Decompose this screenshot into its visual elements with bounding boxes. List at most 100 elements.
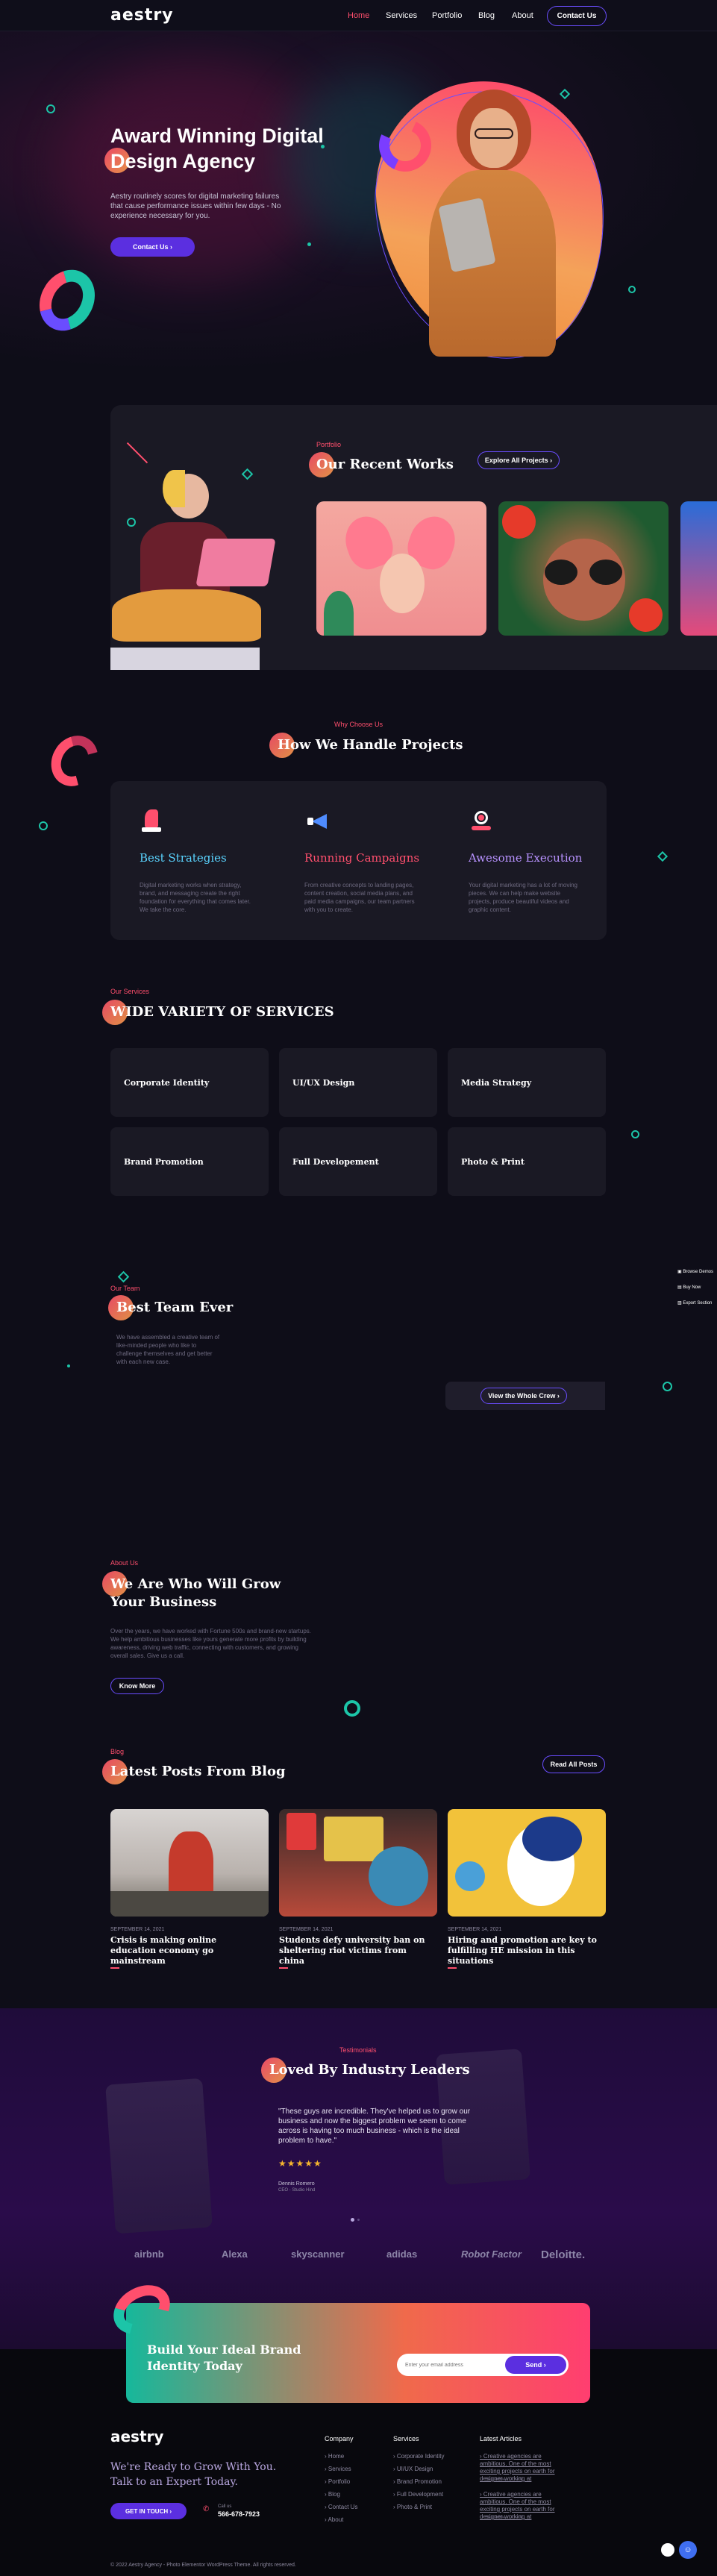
- view-crew-button[interactable]: View the Whole Crew ›: [480, 1388, 567, 1404]
- footer-logo[interactable]: aestry: [110, 2428, 163, 2445]
- process-item-text: Your digital marketing has a lot of movi…: [469, 882, 578, 913]
- blog-post-title[interactable]: Crisis is making online education econom…: [110, 1935, 260, 1967]
- read-all-posts-button[interactable]: Read All Posts: [542, 1755, 605, 1773]
- team-tag: Our Team: [110, 1285, 140, 1292]
- hero-title: Award Winning Digital Design Agency: [110, 125, 324, 172]
- ring-decoration: [127, 518, 136, 527]
- carousel-dot[interactable]: [357, 2219, 360, 2221]
- footer-link-label: Blog: [328, 2491, 340, 2498]
- ring-decoration: [46, 104, 55, 113]
- chess-knight-icon: [142, 809, 161, 832]
- process-item-text: Digital marketing works when strategy, b…: [140, 882, 251, 913]
- copyright-text: © 2022 Aestry Agency - Photo Elementor W…: [110, 2563, 296, 2568]
- brand-logo-deloitte: Deloitte.: [541, 2248, 586, 2261]
- footer-link-contact[interactable]: › Contact Us: [325, 2504, 357, 2510]
- hero-text: Aestry routinely scores for digital mark…: [110, 192, 281, 220]
- blog-title: Latest Posts From Blog: [110, 1764, 286, 1779]
- brand-logo-skyscanner: skyscanner: [291, 2248, 345, 2260]
- hair-shape: [522, 1817, 582, 1861]
- works-title: Our Recent Works: [316, 457, 454, 472]
- side-link-label: Export Section: [683, 1301, 713, 1306]
- side-link-export-section[interactable]: ▥ Export Section: [677, 1300, 712, 1306]
- service-brand-promotion[interactable]: Brand Promotion: [110, 1127, 269, 1196]
- header-contact-button[interactable]: Contact Us: [547, 6, 607, 26]
- side-panel: ▣ Browse Demos ▤ Buy Now ▥ Export Sectio…: [675, 1267, 717, 1310]
- footer-tagline: We're Ready to Grow With You. Talk to an…: [110, 2461, 277, 2488]
- footer-link-about[interactable]: › About: [325, 2516, 343, 2523]
- blog-read-more-arrow[interactable]: [110, 1967, 119, 1969]
- works-person-laptop: [195, 539, 276, 586]
- ring-decoration: [631, 1130, 639, 1138]
- footer-link-label: Full Development: [396, 2491, 444, 2498]
- process-item-title: Awesome Execution: [469, 851, 583, 865]
- nav-services[interactable]: Services: [386, 11, 417, 20]
- nav-blog[interactable]: Blog: [478, 11, 495, 20]
- footer-article-date: September 14, 2021: [485, 2516, 526, 2520]
- service-ui-ux-design[interactable]: UI/UX Design: [279, 1048, 437, 1117]
- footer-service-link[interactable]: › Brand Promotion: [393, 2478, 442, 2485]
- ground-shape: [110, 1891, 269, 1917]
- service-photo-print[interactable]: Photo & Print: [448, 1127, 606, 1196]
- service-corporate-identity[interactable]: Corporate Identity: [110, 1048, 269, 1117]
- site-header: aestry Home Services Portfolio Blog Abou…: [0, 0, 717, 31]
- sunglasses-icon: [589, 560, 622, 585]
- footer-link-blog[interactable]: › Blog: [325, 2491, 340, 2498]
- footer-link-services[interactable]: › Services: [325, 2466, 351, 2472]
- nav-portfolio[interactable]: Portfolio: [432, 11, 462, 20]
- footer-link-label: Portfolio: [328, 2478, 351, 2485]
- footer-link-label: UI/UX Design: [396, 2466, 433, 2472]
- explore-projects-label: Explore All Projects: [484, 457, 548, 464]
- footer-service-link[interactable]: › UI/UX Design: [393, 2466, 433, 2472]
- bubble-shape: [455, 1861, 485, 1891]
- work-item-sunglasses[interactable]: [498, 501, 669, 636]
- hero-contact-button[interactable]: Contact Us ›: [110, 237, 195, 257]
- footer-service-link[interactable]: › Full Development: [393, 2491, 443, 2498]
- about-title: We Are Who Will Grow Your Business: [110, 1576, 281, 1610]
- footer-articles-heading: Latest Articles: [480, 2435, 522, 2442]
- testimonials-section: [0, 2008, 717, 2349]
- site-logo[interactable]: aestry: [110, 6, 174, 25]
- blog-image-illustration[interactable]: [448, 1809, 606, 1917]
- explore-projects-button[interactable]: Explore All Projects ›: [478, 451, 560, 469]
- footer-link-portfolio[interactable]: › Portfolio: [325, 2478, 350, 2485]
- work-item-flamingo[interactable]: [316, 501, 486, 636]
- blog-image-dragon[interactable]: [110, 1809, 269, 1917]
- hero-contact-label: Contact Us: [132, 243, 169, 251]
- ring-decoration: [344, 1700, 360, 1717]
- side-link-browse-demos[interactable]: ▣ Browse Demos: [677, 1269, 713, 1274]
- blog-image-street[interactable]: [279, 1809, 437, 1917]
- brand-logo-alexa: Alexa: [222, 2248, 248, 2260]
- service-media-strategy[interactable]: Media Strategy: [448, 1048, 606, 1117]
- carousel-dot[interactable]: [351, 2218, 354, 2222]
- footer-link-label: Brand Promotion: [396, 2478, 442, 2485]
- know-more-button[interactable]: Know More: [110, 1678, 164, 1694]
- nav-about[interactable]: About: [512, 11, 533, 20]
- blog-post-date: SEPTEMBER 14, 2021: [448, 1927, 502, 1932]
- blog-post-title[interactable]: Students defy university ban on shelteri…: [279, 1935, 428, 1967]
- footer-service-link[interactable]: › Photo & Print: [393, 2504, 432, 2510]
- footer-article-date: September 14, 2021: [485, 2478, 526, 2482]
- side-link-buy-now[interactable]: ▤ Buy Now: [677, 1285, 701, 1290]
- footer-service-link[interactable]: › Corporate Identity: [393, 2453, 444, 2460]
- work-item-colorful[interactable]: [680, 501, 717, 636]
- blog-read-more-arrow[interactable]: [279, 1967, 288, 1969]
- footer-company-heading: Company: [325, 2435, 354, 2442]
- chat-icon[interactable]: ☺: [679, 2541, 697, 2559]
- scroll-top-button[interactable]: [661, 2543, 674, 2557]
- blog-post-title[interactable]: Hiring and promotion are key to fulfilli…: [448, 1935, 597, 1967]
- team-title: Best Team Ever: [116, 1300, 234, 1315]
- phone-number[interactable]: 566-678-7923: [218, 2510, 260, 2518]
- blog-tag: Blog: [110, 1748, 125, 1755]
- ring-decoration: [628, 286, 636, 293]
- blog-read-more-arrow[interactable]: [448, 1967, 457, 1969]
- nav-home[interactable]: Home: [348, 11, 369, 20]
- get-in-touch-button[interactable]: GET IN TOUCH ›: [110, 2503, 187, 2519]
- team-text: We have assembled a creative team of lik…: [116, 1334, 220, 1365]
- footer-link-home[interactable]: › Home: [325, 2453, 344, 2460]
- diamond-decoration: [657, 850, 669, 862]
- footer-link-label: About: [328, 2516, 344, 2523]
- service-full-development[interactable]: Full Developement: [279, 1127, 437, 1196]
- face-shape: [380, 554, 425, 613]
- email-input[interactable]: [405, 2358, 495, 2372]
- send-button[interactable]: Send ›: [505, 2356, 566, 2374]
